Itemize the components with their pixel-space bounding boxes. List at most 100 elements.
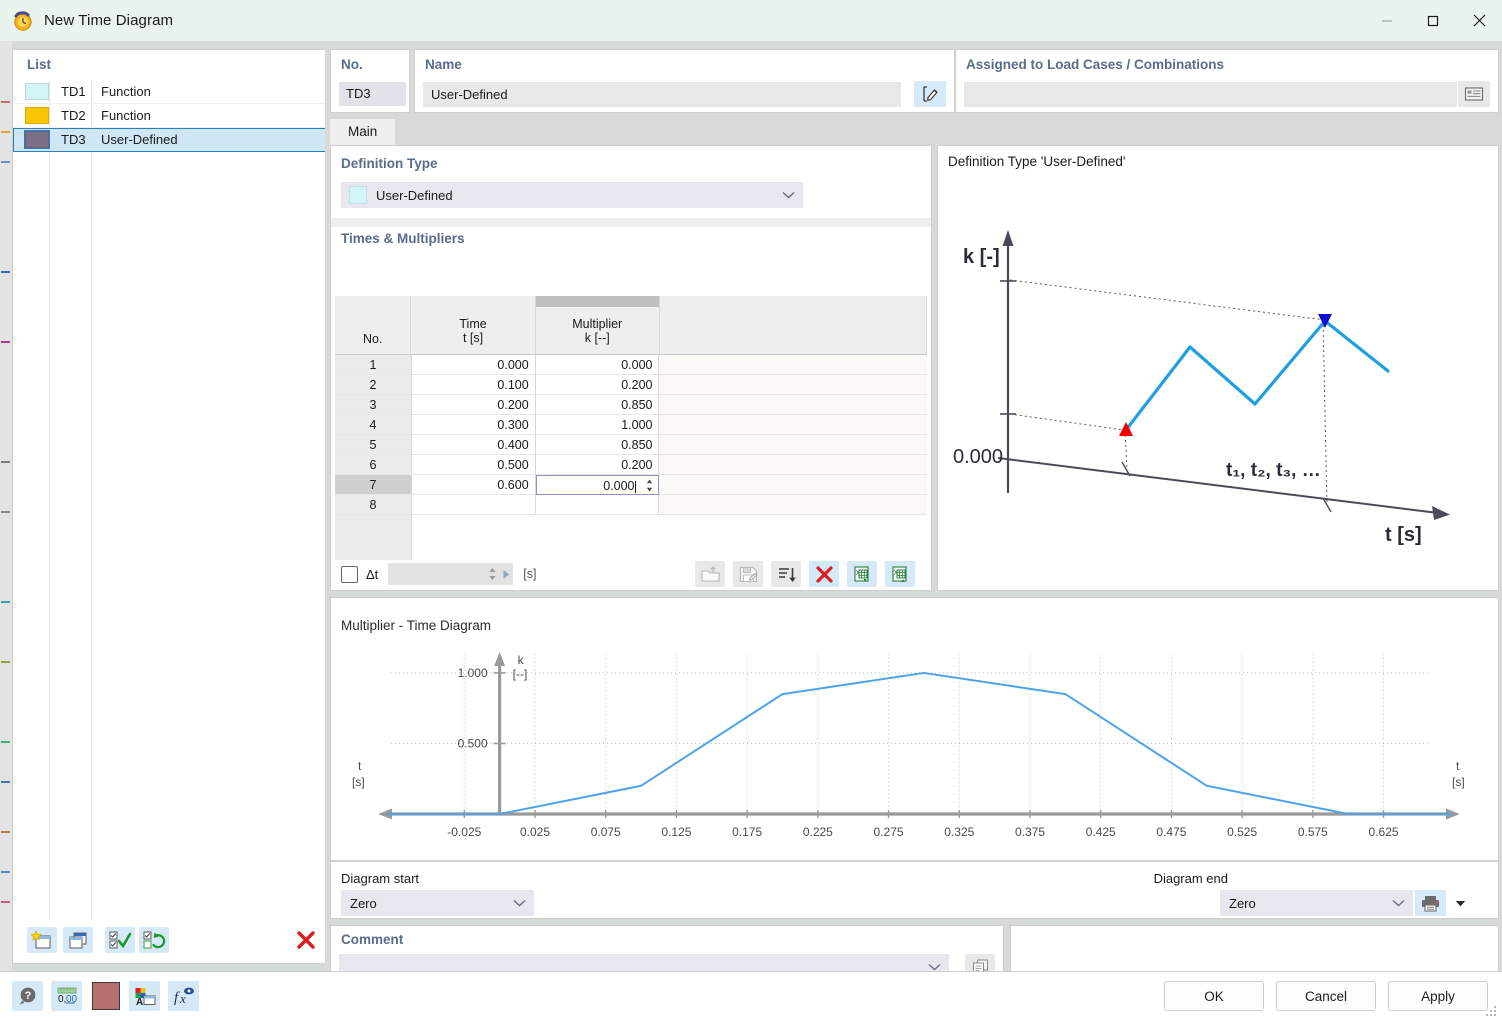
times-multipliers-table[interactable]: No. Time t [s] Multiplier k [--] 10.0000… bbox=[335, 296, 927, 560]
time-cell[interactable]: 0.600 bbox=[412, 475, 536, 495]
diagram-end-value: Zero bbox=[1220, 896, 1256, 911]
cancel-button[interactable]: Cancel bbox=[1276, 981, 1376, 1011]
time-diagram-list[interactable]: TD1FunctionTD2FunctionTD3User-Defined bbox=[13, 80, 326, 918]
time-cell[interactable] bbox=[412, 495, 536, 515]
assigned-input[interactable] bbox=[964, 82, 1457, 107]
help-icon[interactable]: ? bbox=[12, 981, 43, 1011]
name-input[interactable]: User-Defined bbox=[423, 82, 901, 107]
multiplier-cell[interactable]: 0.000 bbox=[536, 355, 660, 375]
x-tick-label: 0.425 bbox=[1086, 825, 1116, 839]
row-number-cell: 3 bbox=[335, 395, 412, 415]
no-value: TD3 bbox=[339, 82, 406, 106]
edit-pencil-icon[interactable] bbox=[914, 81, 946, 107]
chevron-down-icon[interactable] bbox=[1452, 890, 1468, 916]
x-tick-label: 0.225 bbox=[803, 825, 833, 839]
diagram-start-select[interactable]: Zero bbox=[341, 890, 534, 916]
list-item[interactable]: TD1Function bbox=[13, 80, 326, 104]
table-row[interactable]: 20.1000.200 bbox=[335, 375, 927, 395]
maximize-button[interactable] bbox=[1410, 0, 1456, 41]
display-properties-icon[interactable]: A bbox=[129, 981, 160, 1011]
dialog-buttons: OK Cancel Apply bbox=[1164, 981, 1488, 1011]
delta-t-unit: [s] bbox=[523, 567, 536, 581]
list-item-color-swatch bbox=[25, 107, 49, 124]
table-row[interactable]: 50.4000.850 bbox=[335, 435, 927, 455]
table-toolbar: Δt [s] bbox=[335, 559, 927, 589]
apply-button[interactable]: Apply bbox=[1388, 981, 1488, 1011]
copy-item-icon[interactable] bbox=[63, 927, 93, 953]
stepper-icon[interactable] bbox=[488, 566, 497, 585]
window-title: New Time Diagram bbox=[44, 12, 173, 29]
time-cell[interactable]: 0.000 bbox=[412, 355, 536, 375]
multiplier-cell[interactable]: 1.000 bbox=[536, 415, 660, 435]
list-item[interactable]: TD2Function bbox=[13, 104, 326, 128]
time-cell[interactable]: 0.100 bbox=[412, 375, 536, 395]
excel-export-icon[interactable]: X bbox=[847, 561, 877, 587]
row-tail-cell bbox=[659, 475, 927, 495]
chevron-down-icon bbox=[1392, 890, 1405, 916]
stepper-icon[interactable] bbox=[642, 477, 656, 494]
units-decimals-icon[interactable]: 0, 00 bbox=[51, 981, 82, 1011]
minimize-button[interactable] bbox=[1364, 0, 1410, 41]
list-picker-icon[interactable] bbox=[1458, 81, 1490, 107]
table-row[interactable]: 10.0000.000 bbox=[335, 355, 927, 375]
definition-type-value: User-Defined bbox=[376, 188, 453, 203]
chevron-down-icon bbox=[513, 890, 526, 916]
column-header-multiplier: Multiplier k [--] bbox=[536, 307, 660, 354]
table-row[interactable]: 70.6000.000 bbox=[335, 475, 927, 495]
diagram-start-end-card: Diagram start Zero Diagram end Zero bbox=[330, 861, 1499, 919]
diagram-end-label: Diagram end bbox=[1154, 871, 1228, 886]
x-tick-label: 0.275 bbox=[874, 825, 904, 839]
multiplier-cell[interactable]: 0.200 bbox=[536, 455, 660, 475]
no-label: No. bbox=[341, 57, 363, 72]
table-row[interactable]: 30.2000.850 bbox=[335, 395, 927, 415]
select-all-icon[interactable] bbox=[105, 927, 135, 953]
time-cell[interactable]: 0.300 bbox=[412, 415, 536, 435]
new-item-icon[interactable] bbox=[27, 927, 57, 953]
import-open-icon[interactable] bbox=[695, 561, 725, 587]
save-table-icon[interactable] bbox=[733, 561, 763, 587]
tab-main[interactable]: Main bbox=[330, 119, 395, 145]
delta-t-input[interactable] bbox=[388, 563, 513, 585]
ok-button[interactable]: OK bbox=[1164, 981, 1264, 1011]
row-tail-cell bbox=[659, 495, 927, 515]
delta-t-checkbox[interactable] bbox=[341, 566, 358, 583]
table-row[interactable]: 60.5000.200 bbox=[335, 455, 927, 475]
list-panel: List TD1FunctionTD2FunctionTD3User-Defin… bbox=[12, 49, 327, 964]
printer-icon[interactable] bbox=[1415, 890, 1446, 916]
diagram-start-label: Diagram start bbox=[341, 871, 419, 886]
diagram-end-select[interactable]: Zero bbox=[1220, 890, 1413, 916]
definition-type-select[interactable]: User-Defined bbox=[341, 182, 803, 208]
column-header-time: Time t [s] bbox=[411, 307, 535, 354]
multiplier-cell[interactable]: 0.200 bbox=[536, 375, 660, 395]
color-swatch-icon[interactable] bbox=[90, 981, 121, 1011]
time-cell[interactable]: 0.200 bbox=[412, 395, 536, 415]
time-diagram-app-icon bbox=[12, 10, 34, 32]
sort-rows-icon[interactable] bbox=[771, 561, 801, 587]
close-button[interactable] bbox=[1456, 0, 1502, 41]
multiplier-cell[interactable] bbox=[536, 495, 660, 515]
formula-icon[interactable]: f x bbox=[168, 981, 199, 1011]
row-tail-cell bbox=[659, 375, 927, 395]
delete-rows-icon[interactable] bbox=[809, 561, 839, 587]
table-row[interactable]: 8 bbox=[335, 495, 927, 515]
svg-text:x: x bbox=[179, 991, 186, 1006]
time-cell[interactable]: 0.500 bbox=[412, 455, 536, 475]
x-tick-label: 0.175 bbox=[732, 825, 762, 839]
invert-selection-icon[interactable] bbox=[139, 927, 169, 953]
excel-import-icon[interactable]: X bbox=[885, 561, 915, 587]
list-item[interactable]: TD3User-Defined bbox=[13, 128, 326, 152]
table-row[interactable]: 40.3001.000 bbox=[335, 415, 927, 435]
dialog-footer: ? 0, 00 bbox=[0, 971, 1502, 1021]
background-edge-strip bbox=[0, 41, 12, 971]
x-tick-label: 0.375 bbox=[1015, 825, 1045, 839]
resize-grip[interactable] bbox=[1486, 1006, 1498, 1018]
multiplier-cell[interactable]: 0.850 bbox=[536, 395, 660, 415]
delete-item-icon[interactable] bbox=[291, 927, 321, 953]
time-cell[interactable]: 0.400 bbox=[412, 435, 536, 455]
table-header-row: No. Time t [s] Multiplier k [--] bbox=[335, 307, 927, 355]
multiplier-cell[interactable]: 0.000 bbox=[536, 475, 660, 495]
multiplier-cell[interactable]: 0.850 bbox=[536, 435, 660, 455]
expand-arrow-icon[interactable] bbox=[502, 568, 511, 583]
diagram-start-value: Zero bbox=[341, 896, 377, 911]
column-header-empty bbox=[660, 307, 927, 354]
